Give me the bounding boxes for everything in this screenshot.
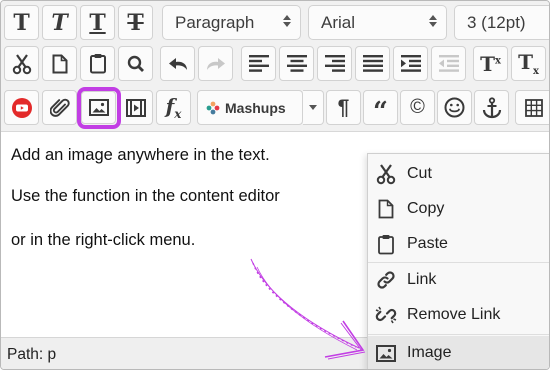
context-menu-label: Link [407,271,437,288]
path-value[interactable]: p [48,346,57,363]
align-right-icon [324,55,345,72]
film-icon [125,98,146,117]
context-menu-separator [368,334,549,335]
image-icon [374,341,398,365]
magnifier-icon [127,55,144,72]
indent-icon [400,55,421,72]
context-menu-item-image[interactable]: Image [368,336,549,369]
copyright-icon: © [410,96,425,118]
editor-toolbar: T T T T Paragraph Arial 3 (12pt) Tx Tx f… [1,1,549,132]
align-center-icon [286,55,307,72]
special-character-button[interactable]: © [400,90,435,125]
superscript-icon: Tx [480,51,501,76]
outdent-icon [438,55,459,72]
cut-button[interactable] [4,46,39,81]
emoticon-button[interactable] [437,90,472,125]
content-line: Add an image anywhere in the text. [11,146,270,164]
font-size-select[interactable]: 3 (12pt) [454,5,549,40]
serif-t-icon: T [13,9,30,36]
superscript-button[interactable]: Tx [473,46,508,81]
align-right-button[interactable] [317,46,352,81]
paste-button[interactable] [80,46,115,81]
underline-button[interactable]: T [80,5,115,40]
link-icon [374,268,398,292]
italic-t-icon: T [51,9,68,36]
smiley-icon [444,97,465,118]
blockquote-button[interactable]: “ [363,90,398,125]
find-button[interactable] [118,46,153,81]
select-arrows-icon [283,15,291,27]
context-menu-item-remove-link[interactable]: Remove Link [368,298,549,332]
mashups-dropdown-button[interactable] [303,90,324,125]
attach-file-button[interactable] [42,90,77,125]
context-menu: Cut Copy Paste Link Remove Link Image [367,153,549,369]
redo-icon [206,57,225,70]
chevron-down-icon [309,105,317,110]
pilcrow-icon: ¶ [337,95,350,119]
show-blocks-button[interactable]: ¶ [326,90,361,125]
font-size-value: 3 (12pt) [467,12,526,32]
italic-button[interactable]: T [42,5,77,40]
copy-button[interactable] [42,46,77,81]
paragraph-format-value: Paragraph [175,12,255,32]
youtube-icon [11,97,32,118]
function-fx-icon: fx [165,94,182,121]
document-icon [374,197,398,221]
redo-button[interactable] [198,46,233,81]
context-menu-label: Remove Link [407,306,501,323]
subscript-icon: Tx [518,50,539,77]
indent-button[interactable] [393,46,428,81]
table-icon [524,98,543,117]
text-bold-button[interactable]: T [4,5,39,40]
clipboard-icon [89,54,106,74]
scissors-icon [374,162,398,186]
content-editor: T T T T Paragraph Arial 3 (12pt) Tx Tx f… [0,0,550,370]
align-left-button[interactable] [241,46,276,81]
undo-button[interactable] [160,46,195,81]
strikethrough-button[interactable]: T [118,5,153,40]
outdent-button[interactable] [431,46,466,81]
context-menu-item-link[interactable]: Link [368,263,549,297]
underline-t-icon: T [89,9,106,36]
paragraph-format-select[interactable]: Paragraph [162,5,301,40]
image-button-highlight [77,87,121,129]
mashups-button[interactable]: Mashups [197,90,303,125]
select-arrows-icon [429,15,437,27]
content-line: or in the right-click menu. [11,231,196,249]
equation-button[interactable]: fx [156,90,191,125]
context-menu-label: Copy [407,200,445,217]
align-left-icon [248,55,269,72]
mashups-icon [206,101,220,114]
anchor-button[interactable] [474,90,509,125]
context-menu-item-cut[interactable]: Cut [368,157,549,191]
context-menu-item-copy[interactable]: Copy [368,192,549,226]
youtube-button[interactable] [4,90,39,125]
broken-link-icon [374,303,398,327]
font-family-select[interactable]: Arial [308,5,447,40]
quote-icon: “ [373,96,388,127]
font-family-value: Arial [321,12,356,32]
table-button[interactable] [515,90,549,125]
path-label: Path: [7,346,44,363]
context-menu-label: Paste [407,235,448,252]
justify-button[interactable] [355,46,390,81]
context-menu-item-paste[interactable]: Paste [368,227,549,261]
document-icon [52,54,67,73]
context-menu-label: Image [407,344,452,361]
undo-icon [168,57,187,70]
strikethrough-t-icon: T [127,9,144,36]
subscript-button[interactable]: Tx [511,46,546,81]
content-line: Use the function in the content editor [11,187,280,205]
justify-icon [362,55,383,72]
align-center-button[interactable] [279,46,314,81]
context-menu-label: Cut [407,165,432,182]
paperclip-icon [49,98,70,117]
insert-media-button[interactable] [118,90,153,125]
mashups-label: Mashups [225,99,286,116]
scissors-icon [12,53,31,74]
anchor-icon [482,96,501,118]
clipboard-icon [374,232,398,256]
